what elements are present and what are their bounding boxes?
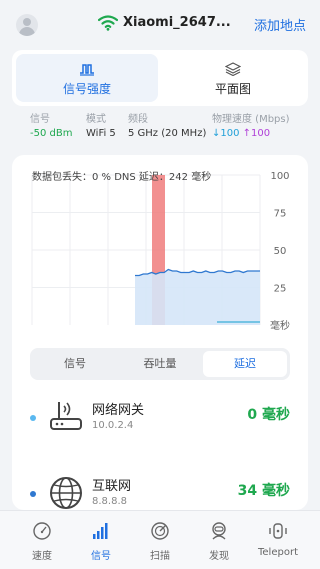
stat-value: -50 dBm bbox=[30, 128, 73, 139]
target-latency: 0 毫秒 bbox=[247, 407, 290, 423]
avatar[interactable] bbox=[16, 14, 38, 36]
metric-segment: 信号 吞吐量 延迟 bbox=[30, 348, 290, 380]
target-row-gateway[interactable]: 网络网关 10.0.2.4 0 毫秒 bbox=[12, 393, 308, 449]
chart-summary: 数据包丢失：0 % DNS 延迟：242 毫秒 bbox=[32, 172, 212, 183]
stat-mode: 模式 WiFi 5 bbox=[86, 110, 116, 139]
network-name[interactable]: Xiaomi_2647... bbox=[123, 15, 231, 30]
segment-latency[interactable]: 延迟 bbox=[203, 351, 287, 377]
nav-label: 信号 bbox=[91, 551, 111, 562]
stat-label: 物理速度 (Mbps) bbox=[212, 114, 290, 125]
stat-label: 频段 bbox=[128, 114, 148, 125]
discover-icon bbox=[212, 522, 226, 540]
stat-band: 频段 5 GHz (20 MHz) bbox=[128, 110, 206, 139]
stat-value: 5 GHz (20 MHz) bbox=[128, 128, 207, 139]
y-unit-label: 毫秒 bbox=[270, 319, 290, 332]
latency-area bbox=[135, 269, 260, 325]
view-tabs: 信号强度 平面图 bbox=[12, 50, 308, 106]
nav-label: 发现 bbox=[209, 551, 229, 562]
nav-scan[interactable]: 扫描 bbox=[128, 521, 192, 562]
target-name: 网络网关 bbox=[92, 403, 145, 418]
segment-signal[interactable]: 信号 bbox=[33, 351, 117, 377]
nav-label: 扫描 bbox=[150, 551, 170, 562]
segment-throughput[interactable]: 吞吐量 bbox=[118, 351, 202, 377]
tab-floor-plan[interactable]: 平面图 bbox=[162, 54, 304, 102]
nav-speed[interactable]: 速度 bbox=[10, 521, 74, 562]
router-icon bbox=[50, 402, 82, 430]
y-tick-label: 75 bbox=[274, 209, 287, 220]
speedometer-icon bbox=[33, 522, 51, 540]
status-dot bbox=[30, 491, 36, 497]
radar-icon bbox=[151, 522, 169, 540]
globe-icon bbox=[50, 477, 82, 509]
y-tick-label: 25 bbox=[274, 284, 287, 295]
bottom-nav: 速度 信号 扫描 发现 Teleport bbox=[0, 510, 320, 569]
upload-rate: ↑100 bbox=[242, 128, 271, 139]
stat-label: 信号 bbox=[30, 114, 50, 125]
tab-label: 平面图 bbox=[214, 82, 251, 96]
nav-signal[interactable]: 信号 bbox=[69, 521, 133, 562]
connection-stats: 信号 -50 dBm 模式 WiFi 5 频段 5 GHz (20 MHz) 物… bbox=[0, 110, 320, 142]
signal-strength-icon bbox=[80, 64, 94, 76]
stat-rate: 物理速度 (Mbps) ↓100 ↑100 bbox=[212, 110, 290, 139]
target-name: 互联网 bbox=[92, 479, 132, 494]
target-ip: 8.8.8.8 bbox=[92, 496, 127, 507]
header: Xiaomi_2647... 添加地点 bbox=[0, 0, 320, 50]
target-latency: 34 毫秒 bbox=[237, 483, 290, 499]
nav-label: Teleport bbox=[258, 547, 298, 558]
add-location-button[interactable]: 添加地点 bbox=[254, 15, 306, 34]
nav-discover[interactable]: 发现 bbox=[187, 521, 251, 562]
stat-signal: 信号 -50 dBm bbox=[30, 110, 72, 139]
target-ip: 10.0.2.4 bbox=[92, 420, 134, 431]
nav-label: 速度 bbox=[32, 551, 52, 562]
status-dot bbox=[30, 415, 36, 421]
tab-signal-strength[interactable]: 信号强度 bbox=[16, 54, 158, 102]
layers-icon bbox=[225, 62, 241, 76]
stat-value: WiFi 5 bbox=[86, 128, 116, 139]
nav-teleport[interactable]: Teleport bbox=[246, 521, 310, 558]
download-rate: ↓100 bbox=[212, 128, 240, 139]
latency-card: 100 75 50 25 毫秒 数据包丢失：0 % DNS 延迟：242 毫秒 信号 吞… bbox=[12, 155, 308, 510]
tab-label: 信号强度 bbox=[62, 82, 111, 96]
stat-value: ↓100 ↑100 bbox=[212, 128, 290, 139]
wifi-icon bbox=[98, 15, 118, 31]
stat-label: 模式 bbox=[86, 114, 106, 125]
teleport-icon bbox=[269, 523, 287, 539]
signal-bars-icon bbox=[93, 523, 108, 539]
y-tick-label: 50 bbox=[274, 246, 287, 257]
y-tick-label: 100 bbox=[270, 171, 289, 182]
